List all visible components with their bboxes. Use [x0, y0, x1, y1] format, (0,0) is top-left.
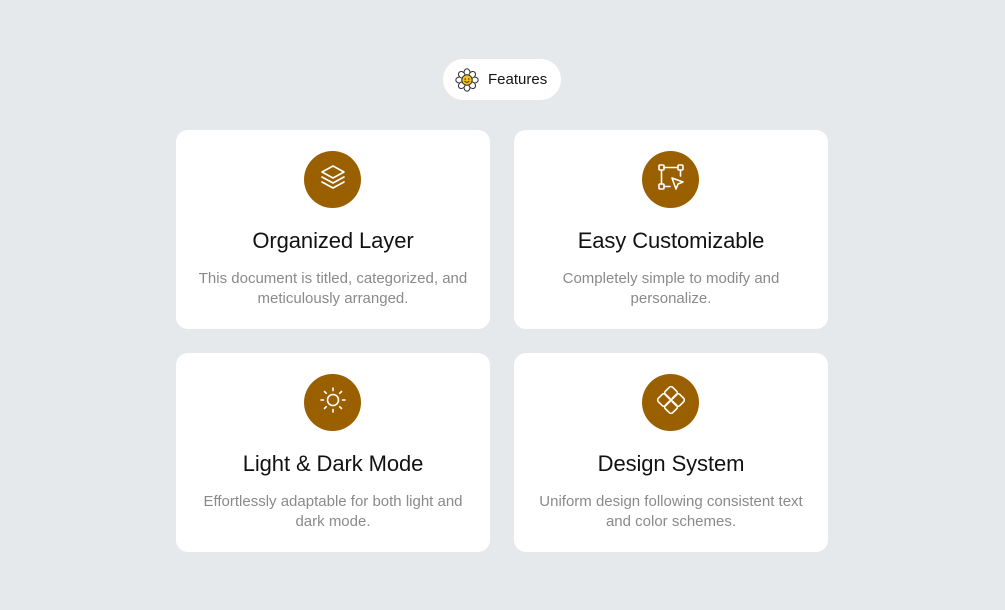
vector-select-icon [657, 163, 685, 196]
badge-label: Features [488, 71, 548, 88]
feature-card-design-system: Design System Uniform design following c… [514, 353, 828, 552]
feature-card-light-dark-mode: Light & Dark Mode Effortlessly adaptable… [176, 353, 490, 552]
feature-card-organized-layer: Organized Layer This document is titled,… [176, 130, 490, 329]
feature-description: This document is titled, categorized, an… [198, 270, 468, 307]
feature-icon-circle [642, 374, 699, 431]
feature-card-easy-customizable: Easy Customizable Completely simple to m… [514, 130, 828, 329]
feature-title: Organized Layer [252, 228, 414, 253]
daisy-smiley-icon [455, 67, 479, 92]
sun-icon [319, 386, 347, 419]
components-icon [656, 385, 685, 419]
feature-description: Completely simple to modify and personal… [562, 270, 780, 307]
feature-icon-circle [304, 374, 361, 431]
feature-icon-circle [304, 151, 361, 208]
feature-title: Light & Dark Mode [242, 451, 424, 476]
feature-icon-circle [642, 151, 699, 208]
feature-title: Easy Customizable [577, 228, 765, 253]
features-badge: Features [443, 59, 561, 100]
feature-title: Design System [597, 451, 745, 476]
feature-description: Effortlessly adaptable for both light an… [203, 493, 463, 530]
layers-icon [319, 163, 347, 196]
feature-description: Uniform design following consistent text… [539, 493, 803, 530]
